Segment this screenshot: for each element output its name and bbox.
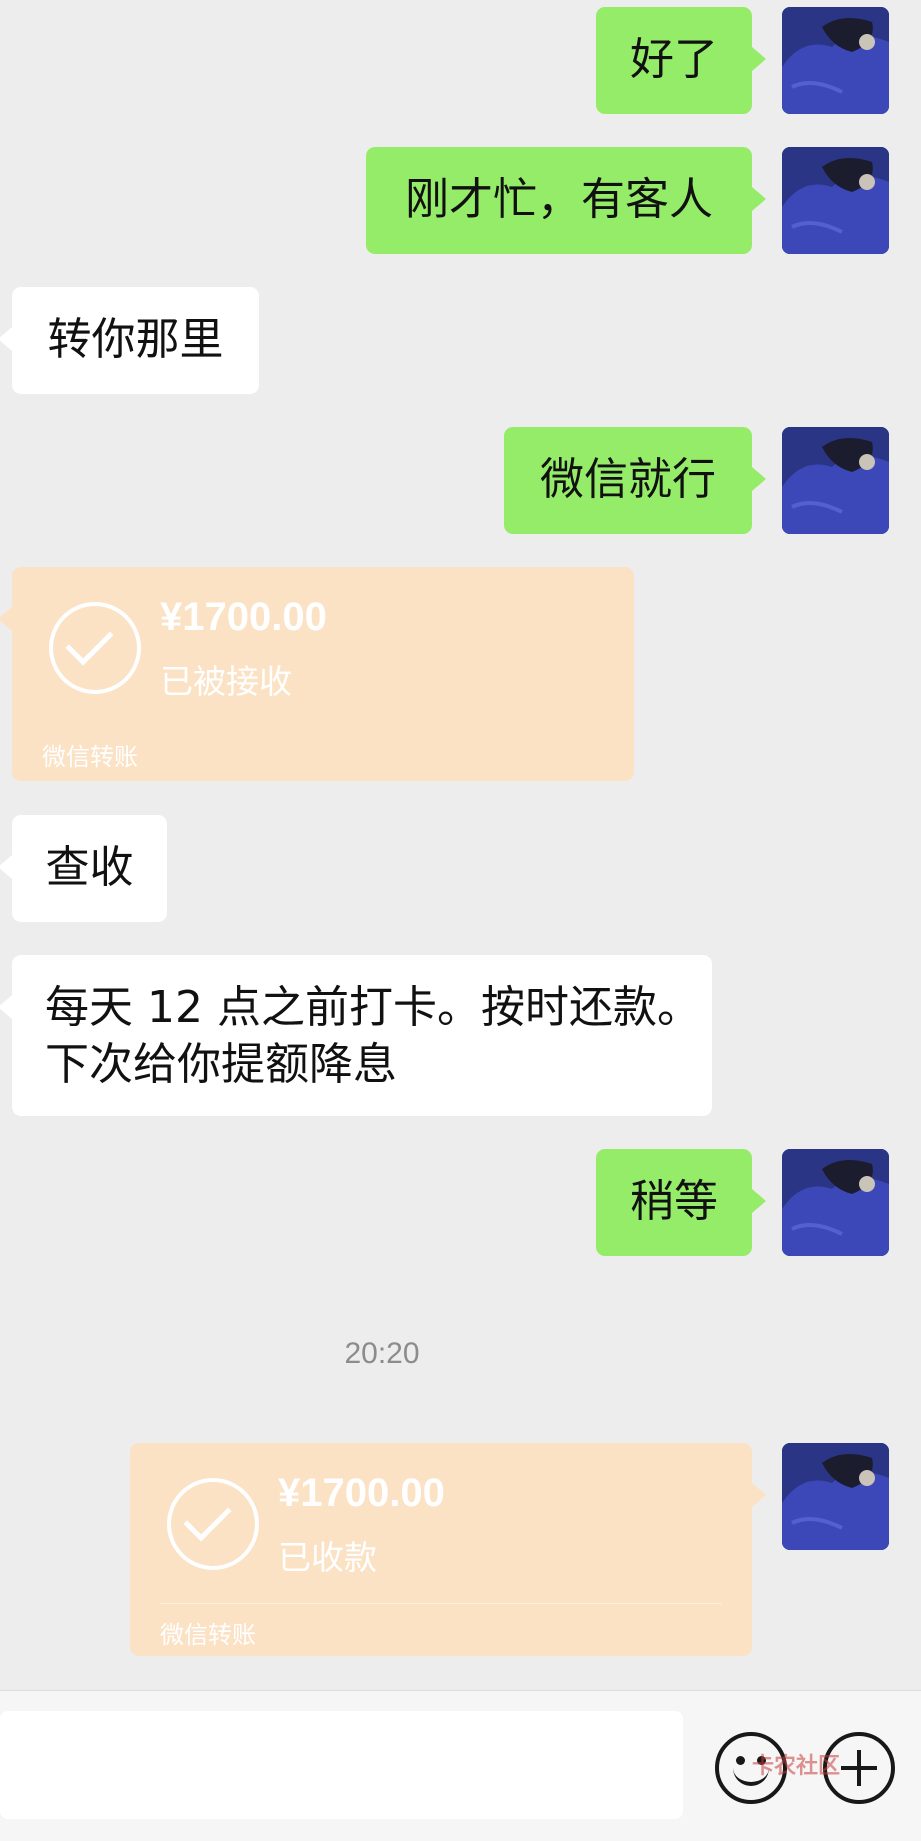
bubble-tail <box>0 327 12 351</box>
avatar-image <box>782 1149 889 1256</box>
transfer-label: 微信转账 <box>160 1621 256 1649</box>
transfer-card-received[interactable]: ¥1700.00 已被接收 微信转账 <box>0 567 634 781</box>
message-bubble-self[interactable]: 刚才忙，有客人 <box>366 147 766 254</box>
transfer-status: 已被接收 <box>160 662 292 701</box>
bubble-tail <box>752 1189 766 1213</box>
check-circle-icon <box>167 1478 259 1570</box>
transfer-card-collected[interactable]: ¥1700.00 已收款 微信转账 <box>130 1443 766 1656</box>
avatar-image <box>782 1443 889 1550</box>
message-text-line: 每天 12 点之前打卡。按时还款。 <box>45 982 701 1033</box>
message-text: 转你那里 <box>47 314 224 365</box>
transfer-label: 微信转账 <box>42 743 138 771</box>
bubble-tail <box>0 995 12 1019</box>
transfer-amount: ¥1700.00 <box>278 1471 445 1515</box>
avatar-image <box>782 427 889 534</box>
message-text: 好了 <box>630 34 718 85</box>
bubble-tail <box>752 1483 766 1507</box>
message-text: 查收 <box>45 842 134 893</box>
message-bubble-other[interactable]: 每天 12 点之前打卡。按时还款。 下次给你提额降息 <box>0 955 712 1116</box>
transfer-status: 已收款 <box>278 1538 377 1577</box>
message-text: 刚才忙，有客人 <box>405 174 713 225</box>
message-bubble-other[interactable]: 查收 <box>0 815 167 922</box>
message-text: 微信就行 <box>540 454 716 505</box>
avatar-image <box>782 147 889 254</box>
avatar-self[interactable] <box>782 427 889 534</box>
message-bubble-self[interactable]: 好了 <box>596 7 766 114</box>
message-text: 稍等 <box>630 1176 718 1227</box>
message-text-line: 下次给你提额降息 <box>45 1039 397 1090</box>
message-bubble-self[interactable]: 稍等 <box>596 1149 766 1256</box>
avatar-self[interactable] <box>782 1149 889 1256</box>
message-bubble-other[interactable]: 转你那里 <box>0 287 259 394</box>
avatar-image <box>782 7 889 114</box>
check-circle-icon <box>49 602 141 694</box>
bubble-tail <box>752 47 766 71</box>
avatar-self[interactable] <box>782 1443 889 1550</box>
avatar-self[interactable] <box>782 147 889 254</box>
message-timestamp: 20:20 <box>344 1337 420 1370</box>
bubble-tail <box>0 607 12 631</box>
message-bubble-self[interactable]: 微信就行 <box>504 427 766 534</box>
bubble-tail <box>752 467 766 491</box>
message-input[interactable] <box>0 1711 683 1819</box>
bubble-tail <box>0 855 12 879</box>
bubble-tail <box>752 187 766 211</box>
avatar-self[interactable] <box>782 7 889 114</box>
card-divider <box>160 1603 722 1604</box>
watermark-logo: 卡农社区 <box>752 1754 841 1779</box>
transfer-amount: ¥1700.00 <box>160 595 327 639</box>
